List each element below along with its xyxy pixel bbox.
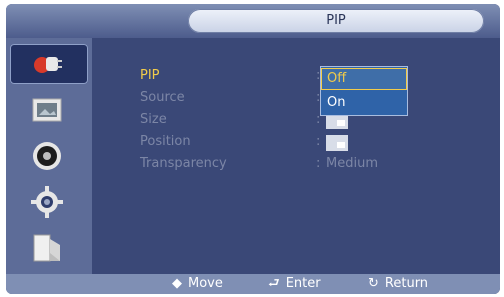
menu-row-transparency[interactable]: Transparency : Medium — [140, 156, 378, 174]
menu-row-pip[interactable]: PIP : — [140, 68, 320, 86]
return-label: Return — [384, 276, 429, 291]
sound-icon — [30, 139, 64, 173]
sidebar-item-multi-screen[interactable] — [10, 228, 88, 268]
menu-row-source[interactable]: Source : — [140, 90, 320, 108]
enter-label: Enter — [285, 276, 321, 291]
return-icon: ↻ — [368, 276, 379, 291]
enter-hint: ⮐ Enter — [268, 275, 321, 293]
pip-dropdown: Off On — [320, 66, 408, 116]
menu-label-source: Source — [140, 90, 185, 105]
sidebar-item-picture[interactable] — [10, 90, 88, 130]
sidebar-item-input[interactable] — [10, 44, 88, 84]
move-hint: ◆ Move — [172, 275, 223, 293]
dropdown-option-off[interactable]: Off — [321, 68, 407, 90]
multi-screen-icon — [30, 231, 64, 265]
footer-hints: ◆ Move ⮐ Enter ↻ Return — [6, 274, 500, 294]
menu-separator: : — [316, 134, 321, 149]
menu-label-transparency: Transparency — [140, 156, 227, 171]
position-preview-icon — [326, 135, 348, 151]
move-label: Move — [188, 276, 223, 291]
sidebar-item-setup[interactable] — [10, 182, 88, 222]
setup-gear-icon — [30, 185, 64, 219]
menu-label-size: Size — [140, 112, 167, 127]
enter-icon: ⮐ — [268, 276, 280, 291]
sidebar-item-sound[interactable] — [10, 136, 88, 176]
dropdown-option-on[interactable]: On — [321, 92, 407, 114]
menu-row-position[interactable]: Position : — [140, 134, 348, 152]
menu-separator: : — [316, 156, 321, 171]
move-icon: ◆ — [172, 276, 182, 291]
page-title: PIP — [188, 9, 484, 33]
menu-panel: PIP : Source : Size : Position : Transpa… — [92, 38, 500, 274]
sidebar — [6, 38, 92, 274]
title-bar: PIP — [6, 4, 500, 38]
menu-label-position: Position — [140, 134, 191, 149]
return-hint: ↻ Return — [368, 275, 428, 293]
picture-icon — [30, 93, 64, 127]
input-plug-icon — [30, 47, 64, 81]
menu-row-size[interactable]: Size : — [140, 112, 348, 130]
osd-window: PIP PIP: Source: Size: Position: Tra… — [6, 4, 500, 294]
menu-label-pip: PIP — [140, 68, 160, 83]
menu-value-transparency: Medium — [326, 156, 378, 171]
